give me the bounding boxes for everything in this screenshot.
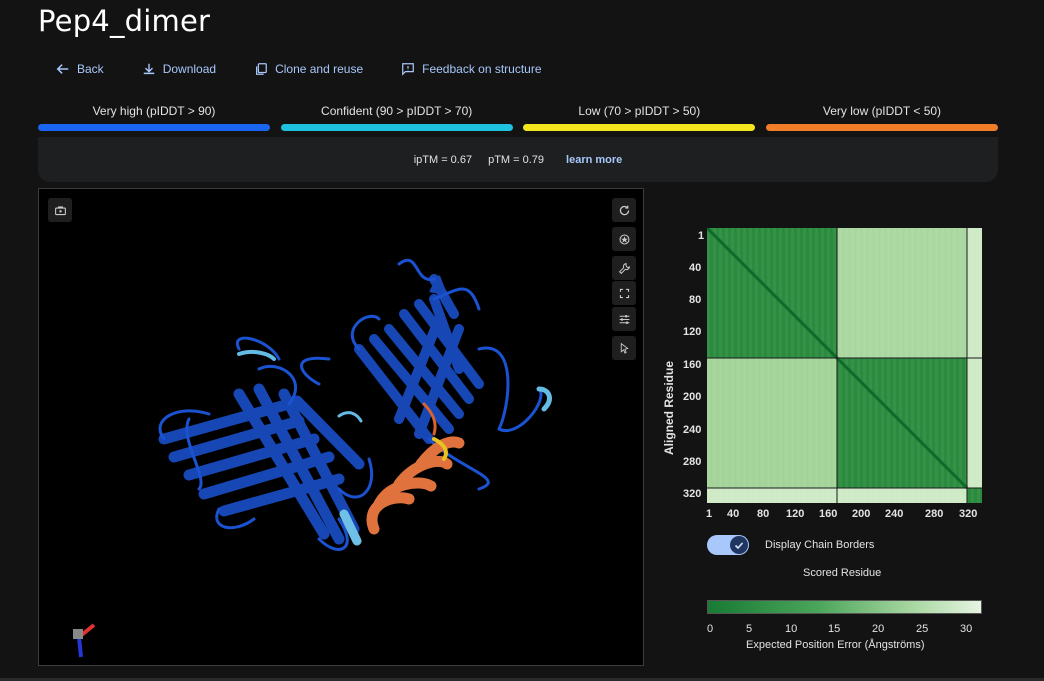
- iptm-value: ipTM = 0.67: [413, 153, 473, 166]
- ptm-value: pTM = 0.79: [488, 153, 545, 166]
- colorbar-tick: 20: [872, 623, 885, 635]
- y-tick: 280: [683, 456, 702, 468]
- colorbar-tick: 10: [785, 623, 798, 635]
- protein-cartoon: [73, 258, 552, 658]
- clone-button[interactable]: Clone and reuse: [254, 62, 363, 76]
- colorbar-tick: 25: [916, 623, 929, 635]
- pae-y-axis-label: Aligned Residue: [662, 360, 676, 456]
- x-tick: 320: [959, 508, 978, 520]
- legend-bar: [765, 124, 998, 131]
- y-tick: 160: [683, 359, 702, 371]
- y-tick: 320: [683, 488, 702, 500]
- y-tick: 200: [683, 391, 702, 403]
- x-tick: 120: [786, 508, 805, 520]
- chain-borders-toggle[interactable]: [707, 535, 749, 555]
- y-tick: 120: [683, 326, 702, 338]
- arrow-left-icon: [56, 64, 69, 74]
- back-button[interactable]: Back: [56, 62, 104, 76]
- legend-bar: [38, 124, 270, 131]
- colorbar-title: Expected Position Error (Ångströms): [746, 639, 925, 651]
- legend-low: Low (70 > pIDDT > 50): [523, 104, 756, 131]
- y-tick: 1: [698, 230, 705, 242]
- check-icon: [730, 536, 748, 554]
- legend-bar: [280, 124, 513, 131]
- structure-viewer[interactable]: [38, 188, 644, 666]
- page-title: Pep4_dimer: [38, 4, 211, 38]
- x-tick: 80: [757, 508, 770, 520]
- axis-gizmo: [73, 623, 96, 658]
- colorbar-tick: 15: [828, 623, 841, 635]
- x-tick: 240: [885, 508, 904, 520]
- colorbar-tick: 5: [746, 623, 753, 635]
- legend-label: Very high (pIDDT > 90): [92, 104, 216, 118]
- download-button[interactable]: Download: [142, 62, 216, 76]
- copy-icon: [256, 63, 267, 75]
- x-tick: 40: [727, 508, 740, 520]
- colorbar-tick: 30: [960, 623, 973, 635]
- legend-very-high: Very high (pIDDT > 90): [38, 104, 270, 131]
- chain-borders-toggle-row: Display Chain Borders: [707, 535, 874, 555]
- download-icon: [143, 63, 154, 75]
- feedback-button[interactable]: Feedback on structure: [401, 62, 542, 76]
- y-tick: 80: [689, 294, 702, 306]
- download-label: Download: [162, 62, 217, 76]
- pae-colorbar: [707, 600, 982, 614]
- x-tick: 160: [819, 508, 838, 520]
- metrics-panel: ipTM = 0.67 pTM = 0.79 learn more: [38, 137, 998, 182]
- legend-label: Low (70 > pIDDT > 50): [578, 104, 701, 118]
- x-tick: 280: [925, 508, 944, 520]
- chain-borders-label: Display Chain Borders: [765, 539, 875, 551]
- feedback-icon: [402, 63, 414, 76]
- clone-label: Clone and reuse: [275, 62, 364, 76]
- legend-label: Confident (90 > pIDDT > 70): [321, 104, 473, 118]
- plddt-legend: Very high (pIDDT > 90) Confident (90 > p…: [38, 104, 998, 131]
- y-tick: 40: [689, 262, 702, 274]
- feedback-label: Feedback on structure: [422, 62, 542, 76]
- x-tick: 1: [706, 508, 713, 520]
- pae-heatmap[interactable]: [707, 228, 982, 503]
- legend-bar: [523, 124, 756, 131]
- y-tick: 240: [683, 424, 702, 436]
- legend-label: Very low (pIDDT < 50): [822, 104, 942, 118]
- toolbar: Back Download Clone and reuse Feedback o…: [56, 62, 580, 76]
- legend-very-low: Very low (pIDDT < 50): [765, 104, 998, 131]
- learn-more-link[interactable]: learn more: [566, 154, 622, 166]
- x-tick: 200: [852, 508, 871, 520]
- back-label: Back: [77, 62, 104, 76]
- legend-confident: Confident (90 > pIDDT > 70): [280, 104, 513, 131]
- pae-x-axis-label: Scored Residue: [803, 567, 882, 579]
- colorbar-tick: 0: [707, 623, 714, 635]
